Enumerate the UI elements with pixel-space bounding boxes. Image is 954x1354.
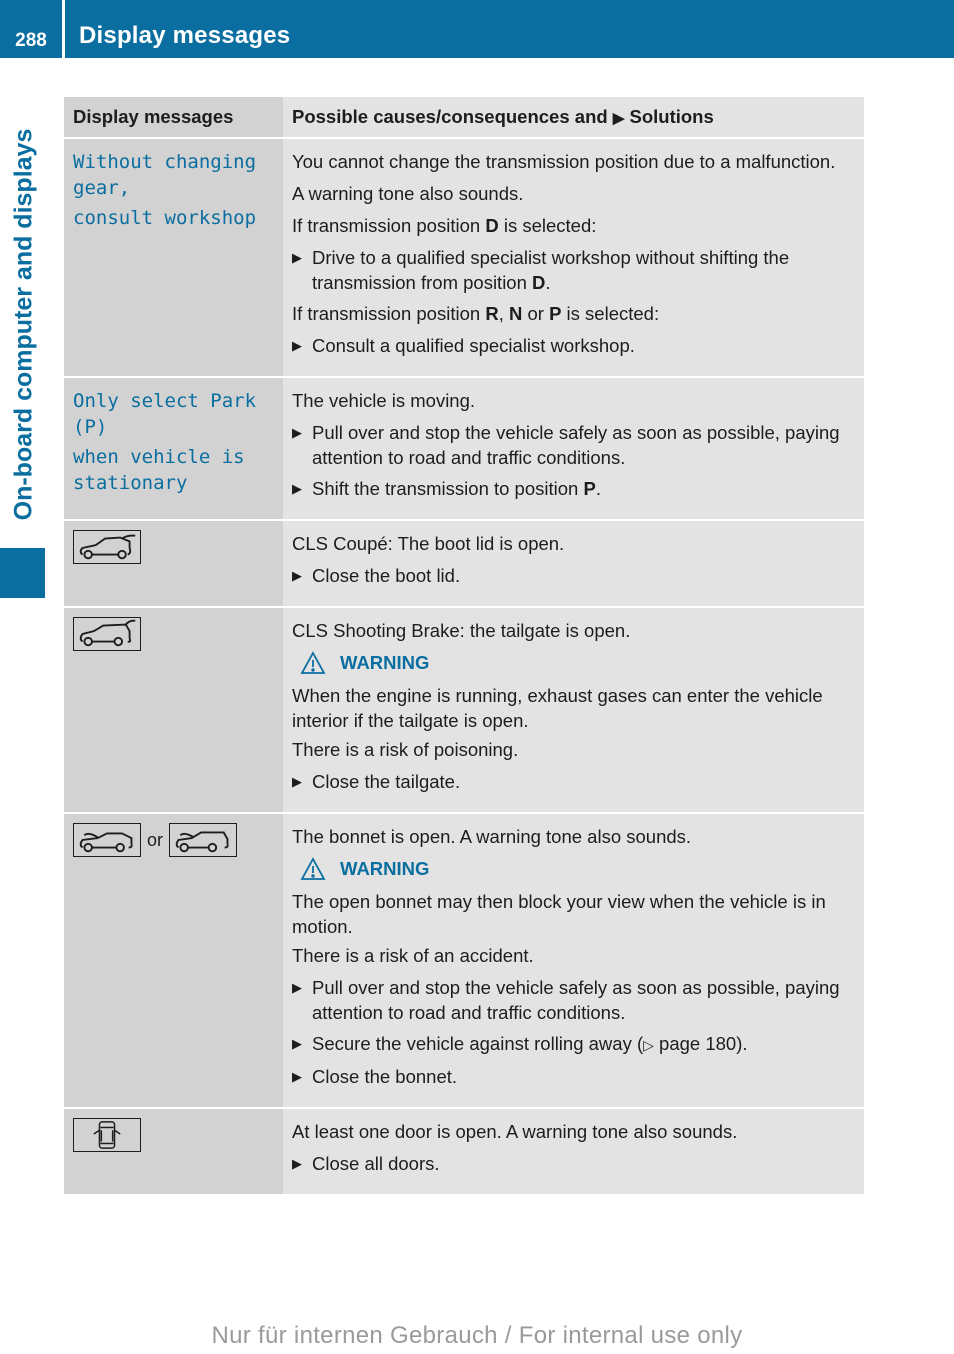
step-text: Close the boot lid. bbox=[312, 565, 461, 586]
solution-step: ▶ Pull over and stop the vehicle safely … bbox=[292, 975, 856, 1025]
message-line: Only select Park bbox=[73, 390, 257, 412]
message-line: when vehicle is bbox=[73, 446, 245, 468]
bullet-arrow-icon: ▶ bbox=[292, 568, 302, 583]
side-tab-label: On-board computer and displays bbox=[9, 128, 38, 521]
page-number: 288 bbox=[15, 30, 47, 51]
internal-use-watermark: Nur für internen Gebrauch / For internal… bbox=[211, 1322, 743, 1349]
side-tab: On-board computer and displays bbox=[2, 112, 46, 537]
table-row: Without changing gear, consult workshop … bbox=[64, 138, 864, 378]
step-text: Consult a qualified specialist workshop. bbox=[312, 335, 635, 356]
display-messages-table: Display messages Possible causes/consequ… bbox=[64, 97, 864, 1196]
cause-text: You cannot change the transmission posit… bbox=[292, 151, 836, 172]
solution-step: ▶ Close the bonnet. bbox=[292, 1064, 856, 1089]
cause-text: A warning tone also sounds. bbox=[292, 183, 524, 204]
door-open-icon bbox=[73, 1118, 141, 1152]
solution-step: ▶ Close all doors. bbox=[292, 1151, 856, 1176]
message-cell: or bbox=[64, 813, 283, 1109]
bullet-arrow-icon: ▶ bbox=[292, 338, 302, 353]
header-divider bbox=[62, 0, 65, 58]
bullet-arrow-icon: ▶ bbox=[292, 481, 302, 496]
warning-label: WARNING bbox=[340, 858, 430, 879]
page-header: 288 Display messages bbox=[0, 0, 954, 58]
shooting-brake-tailgate-open-icon bbox=[73, 617, 141, 651]
step-text: Pull over and stop the vehicle safely as… bbox=[312, 977, 840, 1023]
display-message: Without changing gear, consult workshop bbox=[73, 149, 274, 231]
step-text: Close all doors. bbox=[312, 1153, 440, 1174]
table-header-row: Display messages Possible causes/consequ… bbox=[64, 97, 864, 139]
coupe-bonnet-open-icon bbox=[73, 823, 141, 857]
solution-step: ▶ Shift the transmission to position P. bbox=[292, 476, 856, 501]
solution-cell: The bonnet is open. A warning tone also … bbox=[283, 813, 864, 1109]
bullet-arrow-icon: ▶ bbox=[292, 250, 302, 265]
or-text: or bbox=[147, 829, 164, 850]
message-line: gear, bbox=[73, 177, 131, 199]
solution-cell: At least one door is open. A warning ton… bbox=[283, 1108, 864, 1196]
page-reference-link[interactable]: ▷ page 180 bbox=[643, 1033, 736, 1054]
step-text: Close the bonnet. bbox=[312, 1066, 458, 1087]
table-row: Only select Park (P) when vehicle is sta… bbox=[64, 377, 864, 521]
table-row: CLS Shooting Brake: the tailgate is open… bbox=[64, 607, 864, 814]
condition-text: If transmission position R, N or P is se… bbox=[292, 303, 660, 324]
solution-cell: CLS Shooting Brake: the tailgate is open… bbox=[283, 607, 864, 814]
step-text: Drive to a qualified specialist workshop… bbox=[312, 247, 790, 293]
bullet-arrow-icon: ▶ bbox=[292, 1069, 302, 1084]
cause-text: The vehicle is moving. bbox=[292, 390, 476, 411]
display-message: Only select Park (P) when vehicle is sta… bbox=[73, 388, 274, 496]
column-header-text: Solutions bbox=[624, 106, 714, 127]
message-cell bbox=[64, 520, 283, 608]
message-cell bbox=[64, 607, 283, 814]
cause-text: CLS Coupé: The boot lid is open. bbox=[292, 533, 565, 554]
warning-triangle-icon bbox=[300, 650, 326, 674]
step-text: Secure the vehicle against rolling away … bbox=[312, 1033, 748, 1054]
warning-triangle-icon bbox=[300, 856, 326, 880]
warning-heading: WARNING bbox=[300, 856, 856, 881]
bullet-arrow-icon: ▶ bbox=[292, 980, 302, 995]
cause-text: CLS Shooting Brake: the tailgate is open… bbox=[292, 620, 631, 641]
solution-step: ▶ Secure the vehicle against rolling awa… bbox=[292, 1031, 856, 1058]
warning-text: There is a risk of an accident. bbox=[292, 945, 534, 966]
bullet-arrow-icon: ▶ bbox=[292, 1036, 302, 1051]
message-line: Without changing bbox=[73, 151, 257, 173]
arrow-right-icon: ▶ bbox=[612, 110, 625, 127]
condition-text: If transmission position D is selected: bbox=[292, 215, 597, 236]
message-line: stationary bbox=[73, 472, 188, 494]
coupe-boot-open-icon bbox=[73, 530, 141, 564]
solution-cell: You cannot change the transmission posit… bbox=[283, 138, 864, 378]
message-cell bbox=[64, 1108, 283, 1196]
message-cell: Only select Park (P) when vehicle is sta… bbox=[64, 377, 283, 521]
solution-step: ▶ Pull over and stop the vehicle safely … bbox=[292, 420, 856, 470]
column-header-solutions: Possible causes/consequences and ▶ Solut… bbox=[283, 97, 864, 139]
warning-text: The open bonnet may then block your view… bbox=[292, 891, 826, 937]
reference-arrow-icon: ▷ bbox=[643, 1037, 654, 1053]
table-row: or The bonnet is open. A warning tone al… bbox=[64, 813, 864, 1109]
solution-step: ▶ Consult a qualified specialist worksho… bbox=[292, 333, 856, 358]
bullet-arrow-icon: ▶ bbox=[292, 425, 302, 440]
cause-text: At least one door is open. A warning ton… bbox=[292, 1121, 738, 1142]
bullet-arrow-icon: ▶ bbox=[292, 774, 302, 789]
message-line: consult workshop bbox=[73, 207, 257, 229]
warning-label: WARNING bbox=[340, 652, 430, 673]
message-cell: Without changing gear, consult workshop bbox=[64, 138, 283, 378]
message-line: (P) bbox=[73, 416, 108, 438]
solution-cell: The vehicle is moving. ▶ Pull over and s… bbox=[283, 377, 864, 521]
bullet-arrow-icon: ▶ bbox=[292, 1156, 302, 1171]
shooting-brake-bonnet-open-icon bbox=[169, 823, 238, 857]
table-row: CLS Coupé: The boot lid is open. ▶ Close… bbox=[64, 520, 864, 608]
warning-text: When the engine is running, exhaust gase… bbox=[292, 685, 823, 731]
table-row: At least one door is open. A warning ton… bbox=[64, 1108, 864, 1196]
solution-step: ▶ Close the tailgate. bbox=[292, 769, 856, 794]
warning-text: There is a risk of poisoning. bbox=[292, 739, 519, 760]
column-header-messages: Display messages bbox=[64, 97, 283, 139]
solution-cell: CLS Coupé: The boot lid is open. ▶ Close… bbox=[283, 520, 864, 608]
step-text: Shift the transmission to position P. bbox=[312, 478, 601, 499]
cause-text: The bonnet is open. A warning tone also … bbox=[292, 826, 692, 847]
step-text: Close the tailgate. bbox=[312, 771, 461, 792]
step-text: Pull over and stop the vehicle safely as… bbox=[312, 422, 840, 468]
page-title: Display messages bbox=[79, 22, 291, 49]
column-header-text: Possible causes/consequences and bbox=[292, 106, 613, 127]
warning-heading: WARNING bbox=[300, 650, 856, 675]
solution-step: ▶ Close the boot lid. bbox=[292, 563, 856, 588]
solution-step: ▶ Drive to a qualified specialist worksh… bbox=[292, 245, 856, 295]
side-tab-marker bbox=[0, 548, 45, 598]
